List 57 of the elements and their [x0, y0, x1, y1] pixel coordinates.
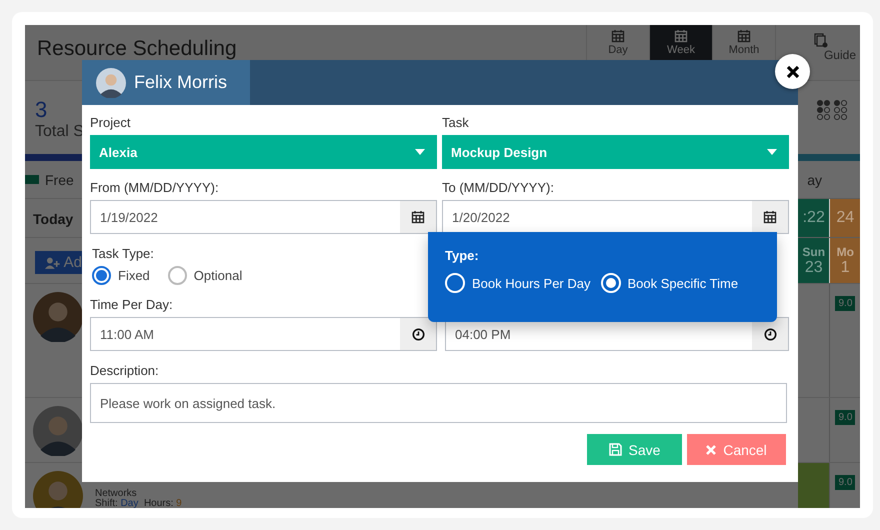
legend-label: ay [807, 172, 822, 188]
field-label: Description: [90, 363, 159, 378]
popup-label: Type: [445, 248, 480, 263]
field-label: Task [442, 115, 469, 130]
avatar-icon [33, 292, 83, 342]
avatar-icon [33, 406, 83, 456]
calendar-icon [411, 210, 425, 224]
hours-tag: 9.0 [835, 410, 856, 425]
grid-dots-icon [816, 99, 848, 121]
radio-button[interactable] [168, 266, 187, 285]
field-label: To (MM/DD/YYYY): [442, 180, 554, 195]
booking-block [798, 463, 830, 508]
radio-label: Optional [194, 268, 242, 283]
shift-info: Shift: Day Hours: 9 [95, 499, 182, 508]
clock-icon [412, 328, 424, 340]
user-plus-icon [45, 256, 60, 268]
clock-icon [764, 328, 776, 340]
project-select[interactable]: Alexia [90, 135, 437, 169]
date-field[interactable]: 1/19/2022 [90, 200, 437, 234]
field-label: Task Type: [92, 246, 154, 261]
time-field[interactable]: 11:00 AM [90, 317, 437, 351]
radio-button[interactable] [92, 266, 111, 285]
save-button[interactable]: Save [587, 434, 682, 465]
team-name: Networks [95, 489, 138, 499]
calendar-icon [674, 29, 688, 43]
add-button[interactable]: Ad [35, 251, 82, 274]
close-icon [786, 64, 800, 78]
description-field[interactable]: Please work on assigned task. [90, 383, 787, 423]
avatar-icon [96, 68, 126, 98]
page-title: Resource Scheduling [36, 36, 238, 62]
cancel-button[interactable]: Cancel [687, 434, 786, 465]
field-label: From (MM/DD/YYYY): [90, 180, 219, 195]
hours-tag: 9.0 [835, 475, 856, 490]
close-icon [706, 444, 716, 454]
hours-tag: 9.0 [835, 296, 856, 311]
calendar-icon [763, 210, 777, 224]
floppy-icon [608, 443, 622, 456]
user-name: Felix Morris [134, 72, 227, 93]
total-count: 3 [35, 97, 48, 123]
avatar-icon [33, 471, 83, 508]
day-header: Mo 1 [829, 238, 860, 283]
legend-swatch [25, 175, 39, 184]
today-dropdown[interactable]: Today [25, 199, 82, 237]
radio-label: Book Specific Time [628, 276, 738, 290]
field-label: Project [90, 115, 130, 130]
radio-label: Book Hours Per Day [472, 276, 590, 290]
date-header: :22 [798, 199, 830, 237]
legend-label: Free [45, 172, 74, 188]
header-bar-segment [798, 154, 860, 161]
radio-label: Fixed [118, 268, 150, 283]
field-label: Time Per Day: [90, 297, 173, 312]
document-icon [814, 33, 828, 48]
calendar-icon [737, 29, 751, 43]
calendar-icon [611, 29, 625, 43]
date-header: 24 [829, 199, 860, 237]
day-header: Sun 23 [798, 238, 830, 283]
task-select[interactable]: Mockup Design [442, 135, 789, 169]
